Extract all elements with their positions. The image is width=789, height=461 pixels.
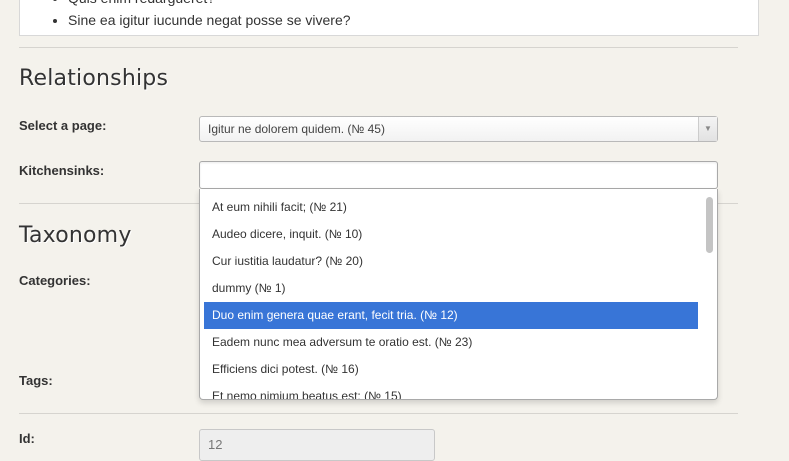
id-field: 12 (199, 429, 435, 461)
select-page-value: Igitur ne dolorem quidem. (№ 45) (208, 122, 385, 136)
kitchensinks-label: Kitchensinks: (19, 163, 105, 178)
scrollbar-thumb[interactable] (706, 197, 713, 253)
tags-label: Tags: (19, 373, 53, 388)
section-title-taxonomy: Taxonomy (19, 223, 132, 248)
dropdown-option[interactable]: Duo enim genera quae erant, fecit tria. … (204, 302, 698, 329)
select-page-label: Select a page: (19, 118, 107, 133)
divider (19, 413, 738, 414)
list-item: Quis enim redargueret? (68, 0, 351, 9)
previous-content-box: Quis enim redargueret? Sine ea igitur iu… (19, 0, 759, 36)
dropdown-option[interactable]: Audeo dicere, inquit. (№ 10) (204, 221, 698, 248)
dropdown-options: At eum nihili facit; (№ 21) Audeo dicere… (204, 194, 698, 399)
dropdown-option[interactable]: Cur iustitia laudatur? (№ 20) (204, 248, 698, 275)
dropdown-option[interactable]: At eum nihili facit; (№ 21) (204, 194, 698, 221)
divider (19, 47, 738, 48)
dropdown-option[interactable]: Eadem nunc mea adversum te oratio est. (… (204, 329, 698, 356)
dropdown-option[interactable]: Et nemo nimium beatus est; (№ 15) (204, 383, 698, 399)
dropdown-option[interactable]: Efficiens dici potest. (№ 16) (204, 356, 698, 383)
kitchensinks-dropdown-list[interactable]: At eum nihili facit; (№ 21) Audeo dicere… (199, 189, 718, 400)
chevron-down-icon[interactable]: ▼ (698, 117, 717, 141)
categories-label: Categories: (19, 273, 91, 288)
dropdown-option[interactable]: dummy (№ 1) (204, 275, 698, 302)
scrollbar[interactable] (706, 197, 714, 392)
kitchensinks-search-input[interactable] (199, 161, 718, 189)
list-item: Sine ea igitur iucunde negat posse se vi… (68, 9, 351, 31)
bullet-list: Quis enim redargueret? Sine ea igitur iu… (20, 0, 351, 31)
section-title-relationships: Relationships (19, 66, 169, 91)
select-page-dropdown[interactable]: Igitur ne dolorem quidem. (№ 45) ▼ (199, 116, 718, 142)
id-label: Id: (19, 431, 35, 446)
